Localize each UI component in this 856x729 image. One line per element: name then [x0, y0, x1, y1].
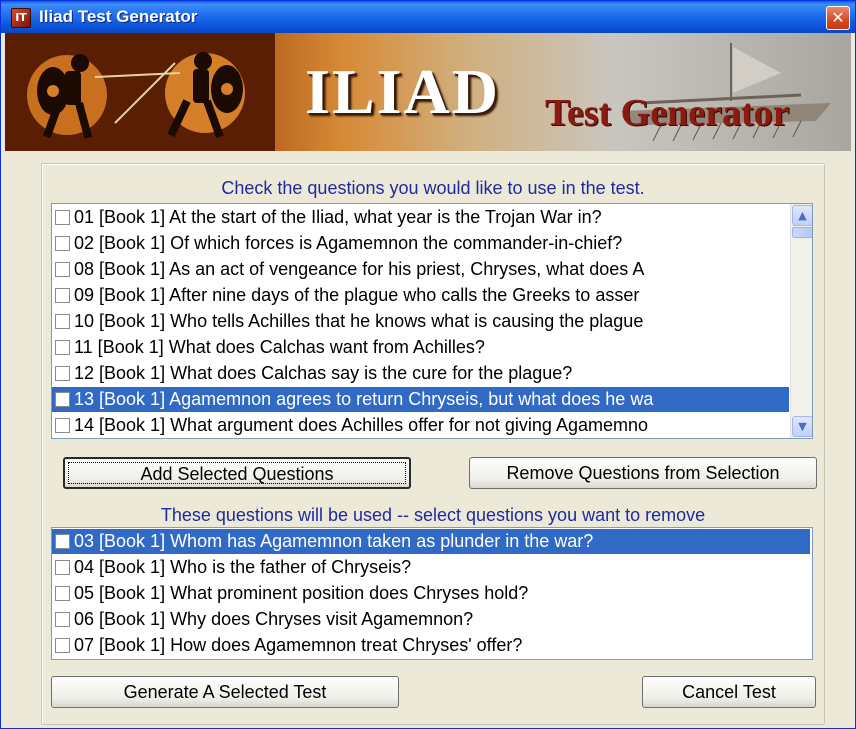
questions-group: Check the questions you would like to us…: [41, 163, 825, 725]
item-checkbox[interactable]: [55, 560, 70, 575]
item-text: 12 [Book 1] What does Calchas say is the…: [74, 363, 573, 383]
list-item[interactable]: 12 [Book 1] What does Calchas say is the…: [52, 361, 789, 386]
item-checkbox[interactable]: [55, 262, 70, 277]
item-checkbox[interactable]: [55, 288, 70, 303]
list-item[interactable]: 05 [Book 1] What prominent position does…: [52, 581, 810, 606]
cancel-test-label: Cancel Test: [682, 682, 776, 702]
list-item[interactable]: 07 [Book 1] How does Agamemnon treat Chr…: [52, 633, 810, 658]
item-checkbox[interactable]: [55, 534, 70, 549]
list-item[interactable]: 09 [Book 1] After nine days of the plagu…: [52, 283, 789, 308]
list-item[interactable]: 02 [Book 1] Of which forces is Agamemnon…: [52, 231, 789, 256]
cancel-test-button[interactable]: Cancel Test: [642, 676, 816, 708]
item-text: 05 [Book 1] What prominent position does…: [74, 583, 529, 603]
item-checkbox[interactable]: [55, 314, 70, 329]
banner: ILIAD Test Generator: [5, 33, 851, 151]
list-item[interactable]: 14 [Book 1] What argument does Achilles …: [52, 413, 789, 438]
item-text: 11 [Book 1] What does Calchas want from …: [74, 337, 485, 357]
item-text: 08 [Book 1] As an act of vengeance for h…: [74, 259, 645, 279]
banner-title: ILIAD: [305, 56, 500, 127]
item-text: 10 [Book 1] Who tells Achilles that he k…: [74, 311, 644, 331]
list-item[interactable]: 13 [Book 1] Agamemnon agrees to return C…: [52, 387, 789, 412]
available-heading: Check the questions you would like to us…: [221, 178, 645, 198]
item-text: 02 [Book 1] Of which forces is Agamemnon…: [74, 233, 623, 253]
item-checkbox[interactable]: [55, 586, 70, 601]
item-text: 13 [Book 1] Agamemnon agrees to return C…: [74, 389, 654, 409]
item-text: 06 [Book 1] Why does Chryses visit Agame…: [74, 609, 474, 629]
selected-heading: These questions will be used -- select q…: [160, 505, 706, 525]
generate-test-button[interactable]: Generate A Selected Test: [51, 676, 399, 708]
list-item[interactable]: 10 [Book 1] Who tells Achilles that he k…: [52, 309, 789, 334]
warriors-illustration: [5, 33, 275, 151]
scroll-thumb[interactable]: [792, 227, 812, 238]
remove-questions-label: Remove Questions from Selection: [506, 463, 780, 483]
item-checkbox[interactable]: [55, 638, 70, 653]
list-item[interactable]: 01 [Book 1] At the start of the Iliad, w…: [52, 205, 789, 230]
list-item[interactable]: 03 [Book 1] Whom has Agamemnon taken as …: [52, 529, 810, 554]
list-item[interactable]: 04 [Book 1] Who is the father of Chrysei…: [52, 555, 810, 580]
available-questions-list[interactable]: 01 [Book 1] At the start of the Iliad, w…: [51, 203, 813, 439]
item-text: 14 [Book 1] What argument does Achilles …: [74, 415, 648, 435]
generate-test-label: Generate A Selected Test: [123, 682, 327, 702]
item-checkbox[interactable]: [55, 366, 70, 381]
available-scrollbar[interactable]: ▲ ▼: [790, 204, 812, 438]
item-checkbox[interactable]: [55, 340, 70, 355]
focus-rectangle: [68, 462, 406, 484]
list-item[interactable]: 08 [Book 1] As an act of vengeance for h…: [52, 257, 789, 282]
close-button[interactable]: ✕: [826, 6, 850, 30]
item-text: 04 [Book 1] Who is the father of Chrysei…: [74, 557, 412, 577]
add-selected-questions-button[interactable]: Add Selected Questions: [63, 457, 411, 489]
item-text: 09 [Book 1] After nine days of the plagu…: [74, 285, 640, 305]
scroll-down-button[interactable]: ▼: [792, 416, 812, 437]
list-item[interactable]: 11 [Book 1] What does Calchas want from …: [52, 335, 789, 360]
item-text: 01 [Book 1] At the start of the Iliad, w…: [74, 207, 602, 227]
scroll-up-button[interactable]: ▲: [792, 205, 812, 226]
item-text: 03 [Book 1] Whom has Agamemnon taken as …: [74, 531, 594, 551]
item-checkbox[interactable]: [55, 392, 70, 407]
banner-subtitle: Test Generator: [545, 92, 790, 134]
selected-questions-list[interactable]: 03 [Book 1] Whom has Agamemnon taken as …: [51, 527, 813, 660]
list-item[interactable]: 06 [Book 1] Why does Chryses visit Agame…: [52, 607, 810, 632]
remove-questions-button[interactable]: Remove Questions from Selection: [469, 457, 817, 489]
item-checkbox[interactable]: [55, 210, 70, 225]
app-icon: IT: [11, 8, 31, 28]
item-text: 07 [Book 1] How does Agamemnon treat Chr…: [74, 635, 523, 655]
title-bar[interactable]: IT Iliad Test Generator ✕: [1, 1, 855, 33]
app-window: IT Iliad Test Generator ✕ ILIAD Test Gen…: [0, 0, 856, 729]
item-checkbox[interactable]: [55, 236, 70, 251]
item-checkbox[interactable]: [55, 418, 70, 433]
window-title: Iliad Test Generator: [39, 7, 198, 26]
item-checkbox[interactable]: [55, 612, 70, 627]
